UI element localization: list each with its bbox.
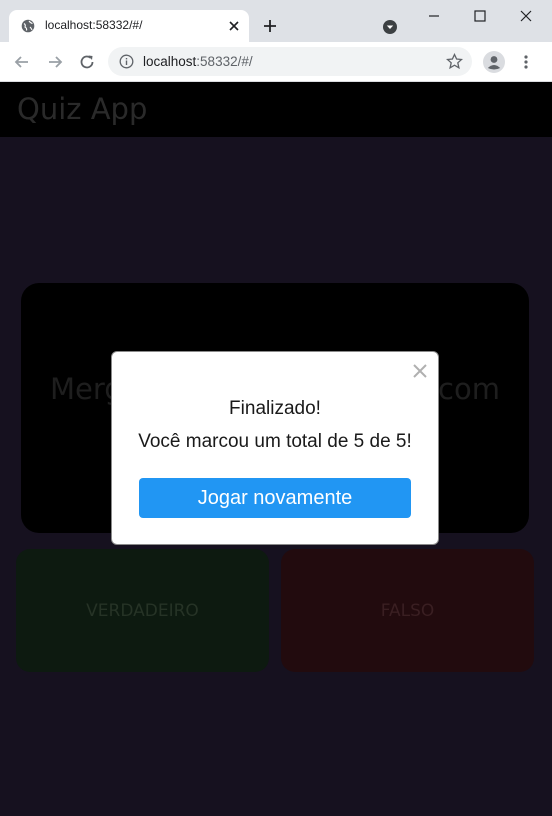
browser-menu-icon[interactable]	[518, 54, 534, 70]
false-answer-button[interactable]: FALSO	[281, 549, 534, 672]
true-answer-button[interactable]: VERDADEIRO	[16, 549, 269, 672]
app-title: Quiz App	[17, 92, 148, 126]
tab-title: localhost:58332/#/	[45, 18, 143, 32]
dialog-title: Finalizado!	[229, 398, 321, 419]
profile-avatar-icon[interactable]	[483, 51, 505, 73]
address-bar[interactable]: localhost:58332/#/	[108, 47, 472, 76]
false-answer-label: FALSO	[380, 601, 435, 621]
play-again-button[interactable]: Jogar novamente	[139, 478, 411, 518]
new-tab-icon[interactable]	[262, 18, 278, 34]
back-arrow-icon[interactable]	[12, 52, 32, 72]
minimize-icon[interactable]	[426, 8, 442, 24]
tab-search-icon[interactable]	[382, 19, 398, 35]
dialog-message: Você marcou um total de 5 de 5!	[138, 431, 412, 452]
result-dialog: Finalizado! Você marcou um total de 5 de…	[111, 351, 439, 545]
true-answer-label: VERDADEIRO	[86, 601, 199, 621]
browser-toolbar: localhost:58332/#/	[0, 42, 552, 82]
close-icon[interactable]	[412, 363, 428, 379]
close-tab-icon[interactable]	[226, 18, 242, 34]
browser-tab-strip: localhost:58332/#/	[0, 0, 552, 42]
maximize-icon[interactable]	[472, 8, 488, 24]
reload-icon[interactable]	[77, 52, 97, 72]
forward-arrow-icon[interactable]	[45, 52, 65, 72]
close-window-icon[interactable]	[518, 8, 534, 24]
globe-icon	[21, 19, 35, 33]
app-bar: Quiz App	[0, 82, 552, 137]
bookmark-star-icon[interactable]	[446, 53, 463, 70]
url-path: :58332/#/	[196, 54, 253, 69]
url-host: localhost	[143, 54, 197, 69]
url-text[interactable]: localhost:58332/#/	[143, 54, 253, 69]
site-info-icon[interactable]	[119, 54, 134, 69]
browser-tab[interactable]: localhost:58332/#/	[9, 10, 249, 42]
